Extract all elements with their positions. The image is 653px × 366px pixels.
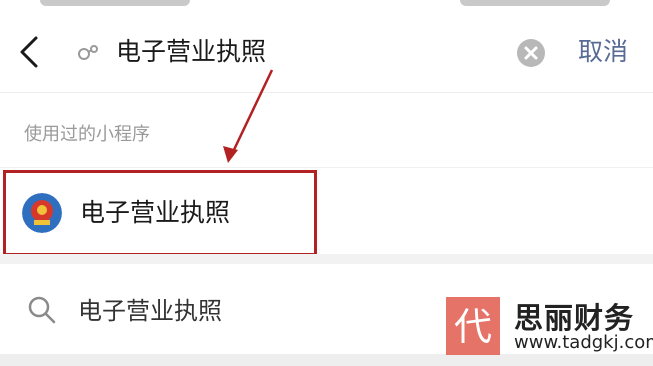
- bottom-separator: [0, 354, 653, 366]
- watermark-name: 思丽财务: [514, 301, 635, 335]
- status-bar-right-icons: [460, 0, 610, 6]
- search-icon: [26, 294, 58, 326]
- search-header: 电子营业执照 取消: [0, 12, 653, 93]
- section-separator: [0, 254, 653, 264]
- mini-program-icon: [74, 42, 102, 64]
- status-bar: [0, 0, 653, 12]
- search-suggestion-text: 电子营业执照: [78, 297, 222, 325]
- watermark-logo-char: 代: [454, 305, 492, 349]
- clear-x-icon: [524, 46, 538, 60]
- cancel-button[interactable]: 取消: [578, 34, 628, 70]
- status-bar-left-info: [40, 0, 190, 6]
- clear-search-button[interactable]: [517, 39, 545, 67]
- watermark-url: www.tadgkj.com: [514, 332, 653, 353]
- back-button[interactable]: [14, 34, 46, 70]
- annotation-highlight-box: [3, 170, 317, 256]
- recent-mini-programs-label: 使用过的小程序: [24, 124, 150, 145]
- chevron-left-icon: [20, 36, 38, 68]
- watermark-logo: 代: [446, 297, 500, 355]
- search-input[interactable]: 电子营业执照: [116, 34, 266, 70]
